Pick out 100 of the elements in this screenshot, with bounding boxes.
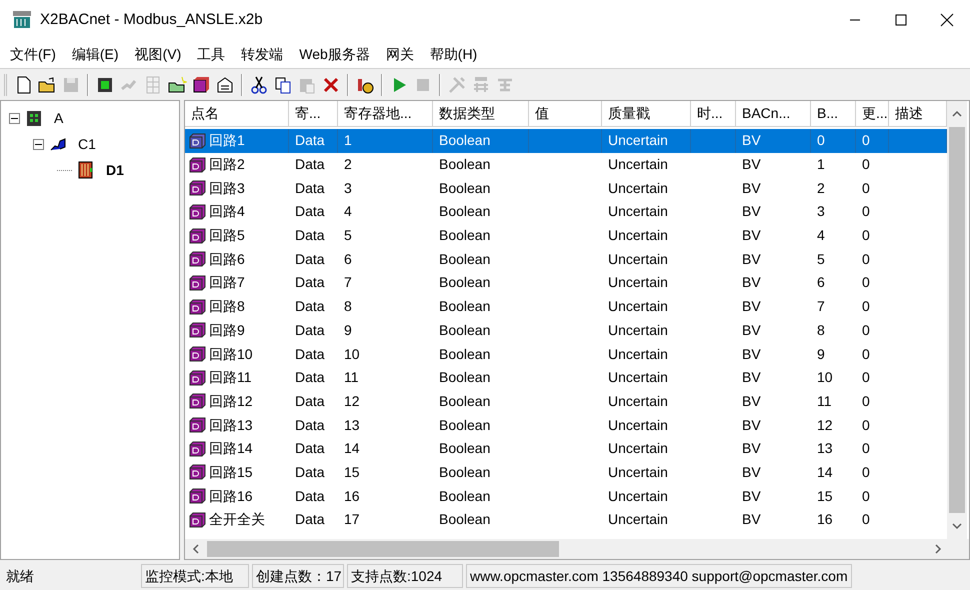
table-cell-text: BV [742, 131, 761, 150]
tree-item[interactable]: A [52, 108, 66, 128]
column-header[interactable]: 值 [529, 101, 602, 127]
table-row[interactable]: 回路8 Data 8 Boolean Uncertain BV 7 0 [185, 294, 947, 318]
table-cell-text: Boolean [439, 320, 490, 340]
table-cell-text: 回路14 [209, 439, 253, 458]
table-cell-text: 11 [817, 392, 832, 411]
table-row[interactable]: 回路1 Data 1 Boolean Uncertain BV 0 0 [185, 129, 947, 153]
table-cell-text: Boolean [439, 392, 490, 411]
table-row[interactable]: 回路11 Data 11 Boolean Uncertain BV 10 0 [185, 366, 947, 390]
point-icon [187, 486, 207, 506]
point-icon [187, 130, 207, 151]
copy-icon [273, 74, 293, 94]
collapse-toggle[interactable] [33, 138, 44, 150]
point-icon [187, 178, 207, 198]
point-icon [187, 344, 207, 364]
table-cell-text: 15 [344, 462, 360, 482]
table-row[interactable]: 回路3 Data 3 Boolean Uncertain BV 2 0 [185, 176, 947, 200]
column-header[interactable]: 时... [691, 101, 736, 127]
table-row[interactable]: 回路14 Data 14 Boolean Uncertain BV 13 0 [185, 436, 947, 461]
table-row[interactable]: 回路13 Data 13 Boolean Uncertain BV 12 0 [185, 413, 947, 437]
table-cell-text: 16 [817, 510, 833, 530]
status-text: www.opcmaster.com 13564889340 support@opcmaster.com [466, 564, 852, 588]
column-header[interactable]: B... [811, 101, 856, 127]
table-row[interactable]: 回路16 Data 16 Boolean Uncertain BV 15 0 [185, 484, 947, 508]
table-cell-text: 回路4 [209, 202, 245, 222]
table-cell-text: 0 [862, 392, 870, 411]
column-header[interactable]: 描述 [889, 101, 947, 127]
collapse-toggle[interactable] [9, 112, 20, 124]
tree-item[interactable]: D1 [104, 160, 126, 180]
table-cell-text: 回路1 [209, 131, 245, 150]
window-title: X2BACnet - Modbus_ANSLE.x2b [40, 10, 263, 30]
table-row[interactable]: 回路6 Data 6 Boolean Uncertain BV 5 0 [185, 247, 947, 272]
column-header[interactable]: 寄存器地... [338, 101, 433, 127]
table-row[interactable]: 回路4 Data 4 Boolean Uncertain BV 3 0 [185, 200, 947, 224]
properties-icon [215, 74, 235, 94]
tree-item[interactable]: C1 [76, 134, 98, 154]
table-cell-text: Data [295, 131, 325, 150]
table-cell-text: Boolean [439, 510, 490, 530]
table-cell-text: 0 [862, 131, 870, 150]
menu-item[interactable]: 帮助(H) [424, 44, 484, 64]
menu-item[interactable]: 视图(V) [128, 44, 188, 64]
table-row[interactable]: 回路10 Data 10 Boolean Uncertain BV 9 0 [185, 342, 947, 366]
table-cell-text: 0 [862, 439, 870, 458]
table-cell-text: 0 [862, 226, 870, 246]
table-cell-text: BV [742, 226, 761, 246]
column-header[interactable]: 更... [856, 101, 889, 127]
table-cell-text: Data [295, 510, 325, 530]
menu-item[interactable]: 网关 [380, 44, 420, 64]
table-cell-text: Boolean [439, 297, 490, 316]
table-cell-text: Boolean [439, 368, 490, 388]
menu-item[interactable]: 转发端 [235, 44, 290, 64]
table-row[interactable]: 回路5 Data 5 Boolean Uncertain BV 4 0 [185, 224, 947, 248]
column-header[interactable]: 质量戳 [602, 101, 691, 127]
table-cell-text: Uncertain [608, 250, 668, 269]
column-header[interactable]: 寄... [289, 101, 338, 127]
table-cell-text: 10 [344, 344, 360, 364]
table-cell-text: Data [295, 250, 325, 269]
point-icon [187, 320, 207, 340]
table-cell-text: 6 [817, 273, 825, 292]
table-cell-text: 14 [817, 462, 833, 482]
table-cell-text: 回路11 [209, 368, 252, 388]
table-cell-text: Boolean [439, 131, 490, 150]
cut-icon [249, 74, 269, 94]
table-cell-text: Uncertain [608, 297, 668, 316]
table-row[interactable]: 回路15 Data 15 Boolean Uncertain BV 14 0 [185, 460, 947, 484]
menu-item[interactable]: 编辑(E) [66, 44, 125, 64]
table-cell-text: 8 [344, 297, 352, 316]
table-cell-text: 1 [344, 131, 352, 150]
menu-item[interactable]: Web服务器 [293, 44, 376, 64]
close-icon [940, 13, 954, 27]
table-cell-text: 7 [344, 273, 352, 292]
table-cell-text: 2 [344, 155, 352, 174]
table-cell-text: Data [295, 226, 325, 246]
column-header[interactable]: BACn... [736, 101, 811, 127]
table-cell-text: 13 [344, 416, 360, 435]
table-cell-text: Data [295, 297, 325, 316]
table-cell-text: BV [742, 320, 761, 340]
point-icon [187, 438, 207, 459]
table-cell-text: 回路12 [209, 392, 253, 411]
scroll-down-icon [952, 521, 962, 531]
vertical-scrollbar[interactable] [947, 101, 967, 539]
table-cell-text: Data [295, 439, 325, 458]
table-cell-text: 8 [817, 320, 825, 340]
table-cell-text: Uncertain [608, 320, 668, 340]
table-cell-text: BV [742, 344, 761, 364]
point-icon [187, 272, 207, 293]
table-row[interactable]: 回路2 Data 2 Boolean Uncertain BV 1 0 [185, 152, 947, 176]
horizontal-scrollbar[interactable] [185, 539, 969, 559]
table-row[interactable]: 回路7 Data 7 Boolean Uncertain BV 6 0 [185, 271, 947, 295]
table-cell-text: Uncertain [608, 344, 668, 364]
menu-item[interactable]: 工具 [191, 44, 232, 64]
point-icon [187, 510, 207, 530]
menu-item[interactable]: 文件(F) [4, 44, 62, 64]
column-header[interactable]: 点名 [185, 101, 289, 127]
table-row[interactable]: 回路12 Data 12 Boolean Uncertain BV 11 0 [185, 390, 947, 414]
table-row[interactable]: 全开全关 Data 17 Boolean Uncertain BV 16 0 [185, 508, 947, 532]
table-row[interactable]: 回路9 Data 9 Boolean Uncertain BV 8 0 [185, 318, 947, 342]
column-header[interactable]: 数据类型 [433, 101, 529, 127]
tools-icon [447, 74, 467, 94]
